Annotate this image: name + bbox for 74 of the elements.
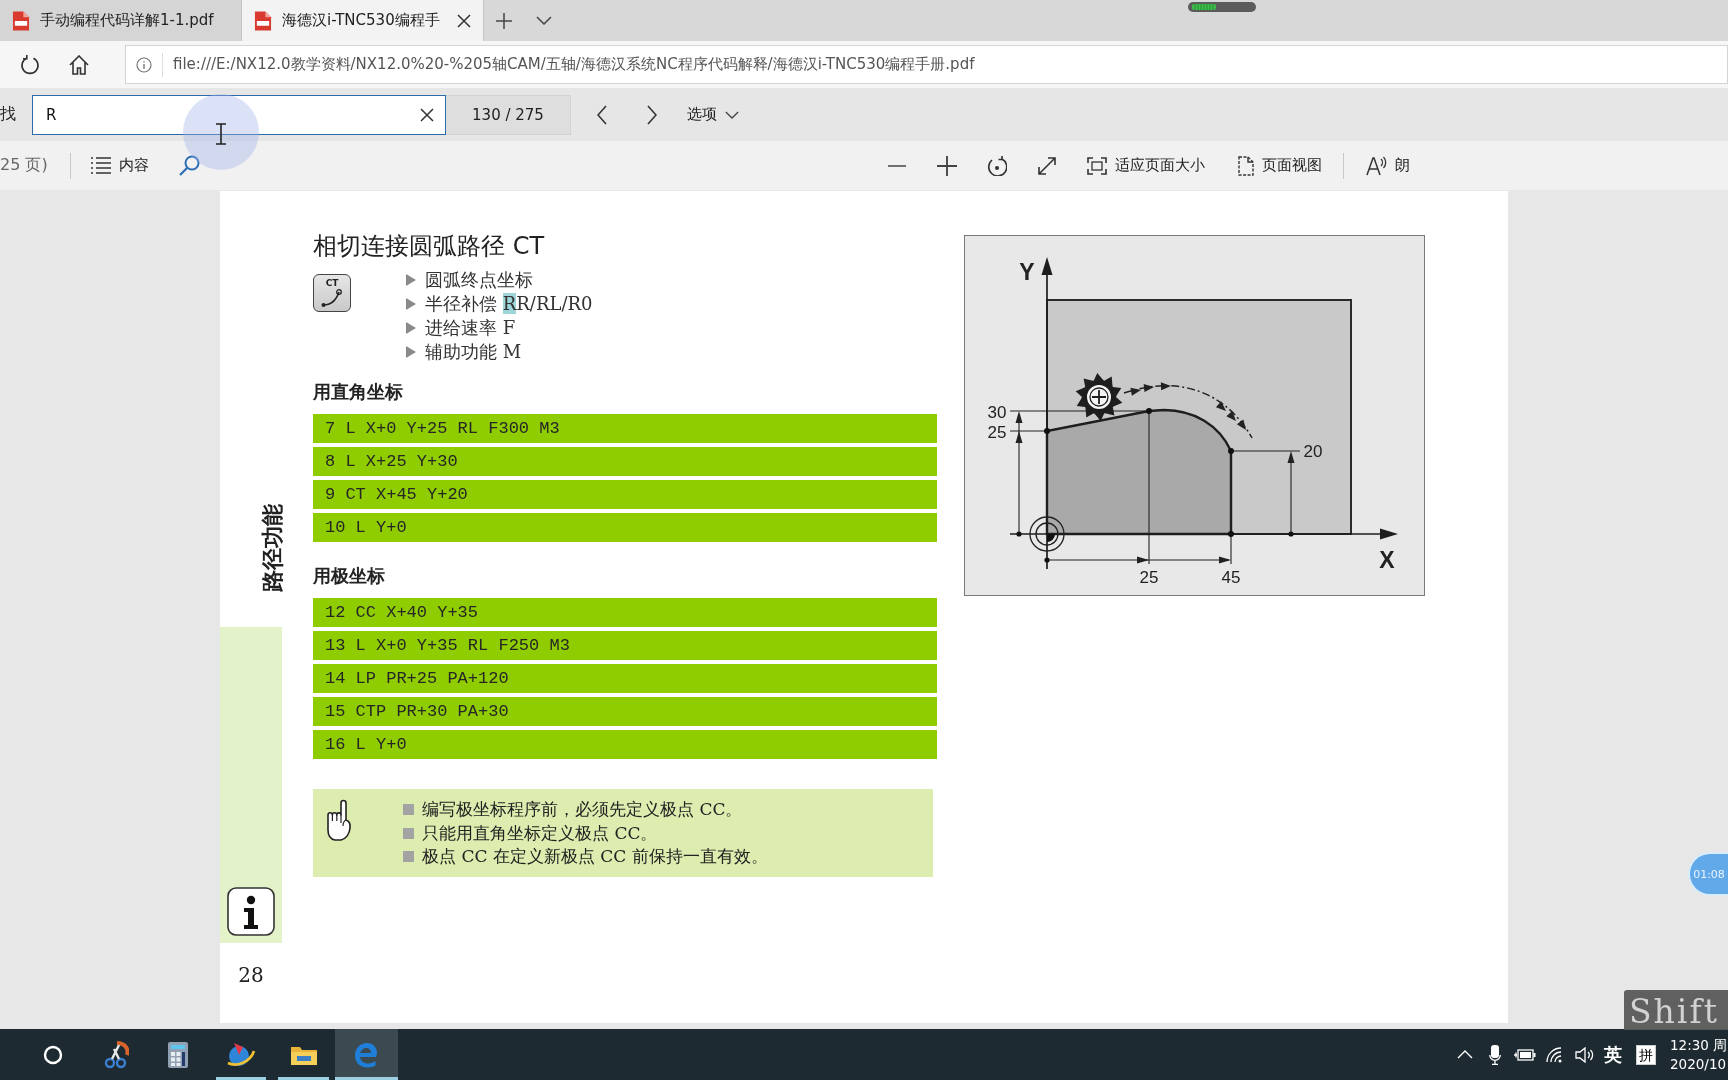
speaker-icon[interactable] bbox=[1575, 1046, 1595, 1063]
note-text: 编写极坐标程序前，必须先定义极点 CC。 bbox=[422, 798, 743, 822]
plus-icon[interactable] bbox=[937, 155, 957, 176]
triangle-bullet-icon bbox=[406, 298, 416, 310]
triangle-bullet-icon bbox=[406, 322, 416, 334]
progress-pill-icon bbox=[1188, 2, 1256, 12]
previous-icon[interactable] bbox=[597, 104, 607, 125]
chevron-down-icon[interactable] bbox=[536, 16, 552, 25]
square-bullet-icon bbox=[403, 804, 414, 816]
address-field[interactable]: file:///E:/NX12.0教学资料/NX12.0%20-%205轴CAM/五轴/海德汉系统NC程序代码解释/海德汉i-TNC530编程手册.pdf bbox=[125, 45, 1728, 84]
input-mode-button[interactable]: 拼 bbox=[1636, 1044, 1656, 1065]
info-icon[interactable] bbox=[136, 56, 152, 73]
contents-button[interactable]: 内容 bbox=[90, 156, 149, 175]
page-view-button[interactable]: 页面视图 bbox=[1237, 155, 1322, 176]
note-text: 极点 CC 在定义新极点 CC 前保持一直有效。 bbox=[422, 845, 768, 869]
refresh-icon[interactable] bbox=[19, 54, 40, 75]
triangle-bullet-icon bbox=[406, 274, 416, 286]
calculator-icon bbox=[167, 1040, 190, 1069]
microphone-icon[interactable] bbox=[1489, 1044, 1501, 1065]
info-icon bbox=[227, 887, 275, 936]
parameter-text: 进给速率 F bbox=[425, 316, 516, 340]
page-icon bbox=[1237, 155, 1254, 176]
battery-plug-icon[interactable] bbox=[1514, 1048, 1536, 1061]
chevron-up-icon[interactable] bbox=[1457, 1050, 1473, 1059]
page-number: 28 bbox=[238, 963, 264, 987]
pdf-file-icon bbox=[254, 10, 272, 31]
find-field[interactable]: R bbox=[32, 94, 446, 135]
language-indicator[interactable]: 英 bbox=[1604, 1042, 1622, 1067]
triangle-bullet-icon bbox=[406, 346, 416, 358]
plus-icon[interactable] bbox=[496, 12, 512, 29]
rotate-icon[interactable] bbox=[987, 155, 1007, 176]
clear-icon[interactable] bbox=[420, 107, 434, 122]
dimension-label: 30 bbox=[987, 403, 1007, 422]
ring-icon bbox=[43, 1044, 64, 1065]
key-label: CT bbox=[325, 278, 339, 288]
search-icon[interactable] bbox=[178, 155, 200, 176]
fit-page-icon bbox=[1087, 156, 1107, 175]
keystroke-display: Shift bbox=[1624, 990, 1728, 1030]
close-icon[interactable] bbox=[457, 13, 471, 28]
dimension-label: 25 bbox=[987, 423, 1007, 442]
match-counter: 130 / 275 bbox=[446, 94, 571, 135]
scissors-icon bbox=[102, 1040, 129, 1069]
clock-date[interactable]: 2020/10 bbox=[1670, 1054, 1728, 1074]
chevron-down-icon bbox=[725, 110, 739, 119]
clock-time[interactable]: 12:30 周 bbox=[1670, 1035, 1728, 1055]
letter-waves-icon bbox=[1366, 155, 1387, 176]
text-cursor-icon bbox=[215, 123, 227, 145]
fit-page-button[interactable]: 适应页面大小 bbox=[1087, 156, 1205, 175]
side-tab-label: 路径功能 bbox=[261, 504, 285, 592]
read-aloud-button[interactable]: 朗 bbox=[1366, 155, 1410, 176]
parameter-text: 辅助功能 M bbox=[425, 340, 522, 364]
dimension-label: 25 bbox=[1139, 568, 1159, 587]
options-button[interactable]: 选项 bbox=[687, 105, 739, 124]
arc-arrow-icon bbox=[320, 288, 344, 308]
next-icon[interactable] bbox=[647, 104, 657, 125]
find-label: 找 bbox=[0, 104, 17, 125]
section-heading: 用直角坐标 bbox=[313, 380, 403, 404]
pointing-hand-icon bbox=[324, 798, 354, 842]
square-bullet-icon bbox=[403, 851, 414, 863]
page-count-label: 25 页) bbox=[0, 155, 48, 176]
pdf-file-icon bbox=[12, 10, 30, 31]
section-heading: 用极坐标 bbox=[313, 564, 385, 588]
home-icon[interactable] bbox=[68, 54, 89, 75]
globe-swirl-icon bbox=[226, 1040, 257, 1069]
dimension-label: 45 bbox=[1221, 568, 1241, 587]
note-text: 只能用直角坐标定义极点 CC。 bbox=[422, 821, 658, 845]
list-icon bbox=[90, 157, 111, 174]
wifi-icon[interactable] bbox=[1546, 1046, 1564, 1063]
parameter-text: 圆弧终点坐标 bbox=[425, 268, 533, 292]
expand-icon[interactable] bbox=[1037, 155, 1057, 176]
e-logo-icon bbox=[353, 1041, 380, 1068]
browser-tab[interactable]: 海德汉i-TNC530编程手 bbox=[242, 0, 484, 41]
square-bullet-icon bbox=[403, 827, 414, 839]
page-title: 相切连接圆弧路径 CT bbox=[313, 233, 545, 260]
